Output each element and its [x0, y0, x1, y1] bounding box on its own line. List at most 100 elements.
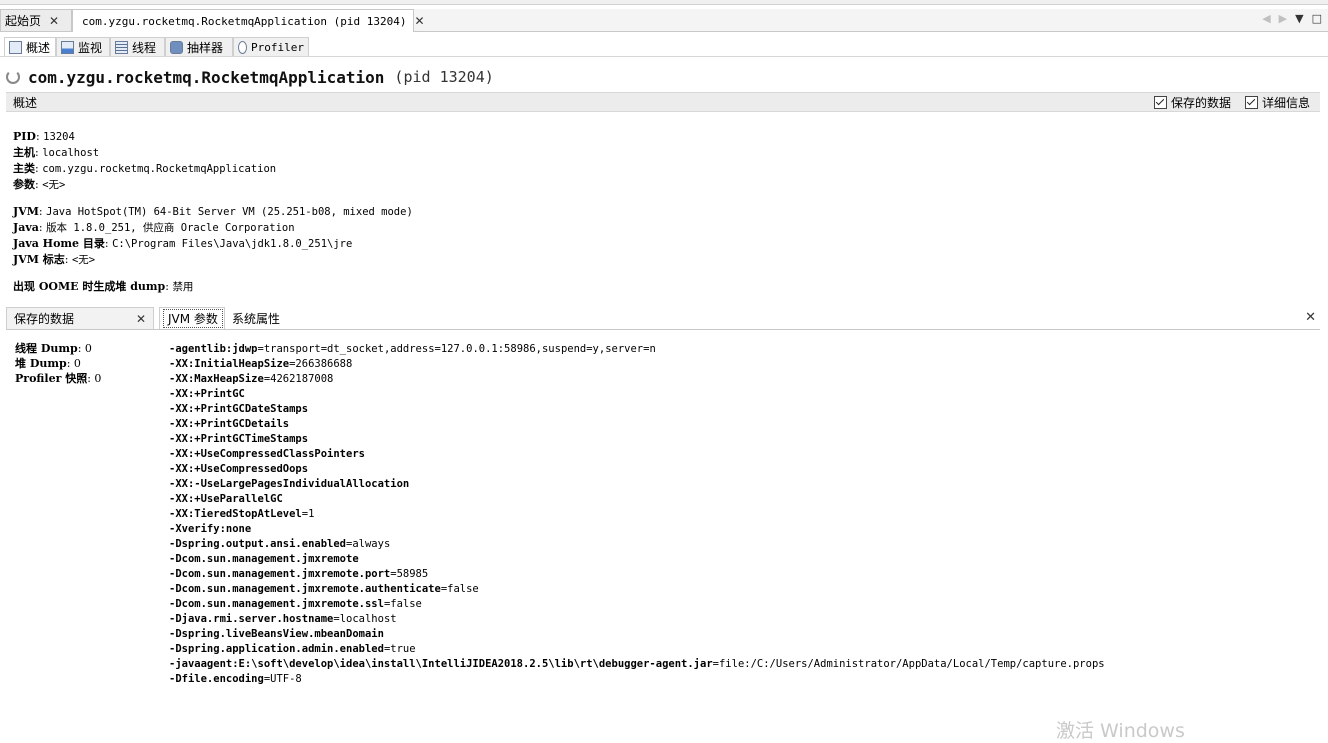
jvm-arg-key: -Dcom.sun.management.jmxremote — [169, 553, 359, 565]
jvm-arg-value: =1 — [301, 508, 315, 520]
main-class-value: com.yzgu.rocketmq.RocketmqApplication — [42, 163, 277, 175]
list-item: Profiler 快照: 0 — [15, 372, 102, 385]
jvm-arg-key: -XX:+PrintGC — [169, 388, 245, 400]
tab-overview[interactable]: 概述 — [4, 37, 56, 56]
jvm-arg-row: -Dcom.sun.management.jmxremote.authentic… — [169, 581, 1105, 596]
saved-label: 堆 Dump — [15, 357, 67, 370]
jvm-arg-row: -XX:+PrintGCDateStamps — [169, 401, 1105, 416]
tab-label: 监视 — [78, 40, 103, 55]
tab-label: com.yzgu.rocketmq.RocketmqApplication (p… — [82, 14, 407, 28]
args-value: <无> — [42, 179, 66, 191]
jvm-arg-row: -Dspring.liveBeansView.mbeanDomain — [169, 626, 1105, 641]
info-label: 主类 — [13, 162, 35, 175]
jvm-arg-row: -XX:-UseLargePagesIndividualAllocation — [169, 476, 1105, 491]
monitor-icon — [61, 40, 74, 54]
jvm-arg-row: -XX:+UseCompressedClassPointers — [169, 446, 1105, 461]
jvm-arg-row: -XX:TieredStopAtLevel=1 — [169, 506, 1105, 521]
page-title: com.yzgu.rocketmq.RocketmqApplication (p… — [6, 66, 494, 88]
info-label: JVM 标志 — [13, 253, 65, 266]
jvm-arg-value: =true — [383, 643, 416, 655]
jvm-arg-key: -agentlib:jdwp — [169, 343, 258, 355]
scroll-right-icon[interactable]: ▶ — [1279, 12, 1287, 25]
jvm-arg-row: -Dspring.application.admin.enabled=true — [169, 641, 1105, 656]
jvm-arg-row: -XX:MaxHeapSize=4262187008 — [169, 371, 1105, 386]
jvm-arg-row: -Xverify:none — [169, 521, 1105, 536]
jvm-arg-key: -XX:-UseLargePagesIndividualAllocation — [169, 478, 410, 490]
jvm-arg-key: -XX:+UseCompressedClassPointers — [169, 448, 365, 460]
overview-options: 保存的数据 详细信息 — [1153, 94, 1310, 111]
list-item: 线程 Dump: 0 — [15, 342, 92, 355]
java-home-value: C:\Program Files\Java\jdk1.8.0_251\jre — [112, 238, 353, 250]
details-tab-bar: 保存的数据 ✕ JVM 参数 系统属性 ✕ — [6, 307, 1320, 330]
close-icon[interactable]: ✕ — [415, 14, 425, 28]
jvm-arguments-list: -agentlib:jdwp=transport=dt_socket,addre… — [169, 341, 1105, 686]
saved-count: 0 — [94, 372, 102, 385]
tab-sampler[interactable]: 抽样器 — [165, 37, 233, 56]
oome-info: 出现 OOME 时生成堆 dump: 禁用 — [13, 280, 194, 293]
jvm-arg-value: =file:/C:/Users/Administrator/AppData/Lo… — [712, 658, 1105, 670]
info-label: JVM — [13, 205, 39, 218]
overview-icon — [9, 40, 22, 54]
jvm-arg-key: -javaagent:E:\soft\develop\idea\install\… — [169, 658, 713, 670]
tab-jvm-args[interactable]: JVM 参数 — [159, 307, 225, 329]
jvm-arg-key: -Xverify:none — [169, 523, 252, 535]
jvm-arg-key: -XX:+PrintGCDateStamps — [169, 403, 309, 415]
jvm-arg-value: =false — [383, 598, 422, 610]
saved-count: 0 — [84, 342, 92, 355]
jvm-arg-row: -Dcom.sun.management.jmxremote.port=5898… — [169, 566, 1105, 581]
tab-label: 抽样器 — [187, 40, 224, 55]
details-checkbox[interactable]: 详细信息 — [1244, 94, 1310, 111]
jvm-arg-key: -Dspring.application.admin.enabled — [169, 643, 384, 655]
tab-menu-icon[interactable]: ▼ — [1295, 12, 1303, 25]
tab-application[interactable]: com.yzgu.rocketmq.RocketmqApplication (p… — [72, 9, 425, 32]
checkbox-checked-icon — [1244, 96, 1258, 109]
checkbox-label: 保存的数据 — [1170, 96, 1231, 110]
overview-title: 概述 — [13, 95, 38, 110]
close-icon[interactable]: ✕ — [49, 14, 59, 28]
maximize-icon[interactable]: □ — [1312, 12, 1322, 25]
view-tab-bar: 概述 监视 线程 抽样器 Profiler — [0, 37, 1328, 57]
pid-value: 13204 — [43, 131, 75, 143]
close-icon[interactable]: ✕ — [1305, 310, 1316, 325]
jvm-arg-row: -XX:+PrintGCDetails — [169, 416, 1105, 431]
info-label: Java — [13, 221, 39, 234]
window-controls: ◀ ▶ ▼ □ — [1262, 12, 1322, 25]
top-border — [0, 0, 1328, 5]
sampler-icon — [170, 40, 183, 54]
jvm-arg-key: -XX:+PrintGCDetails — [169, 418, 290, 430]
tab-threads[interactable]: 线程 — [110, 37, 165, 56]
jvm-arg-row: -XX:+PrintGCTimeStamps — [169, 431, 1105, 446]
document-tab-bar: 起始页 ✕ com.yzgu.rocketmq.RocketmqApplicat… — [0, 9, 1328, 32]
close-icon[interactable]: ✕ — [136, 312, 146, 326]
jvm-arg-value: =localhost — [333, 613, 397, 625]
jvm-arg-key: -Dcom.sun.management.jmxremote.authentic… — [169, 583, 441, 595]
tab-saved-data[interactable]: 保存的数据 ✕ — [6, 307, 154, 329]
info-label: 参数 — [13, 178, 35, 191]
tab-label: Profiler — [251, 40, 304, 54]
tab-label: JVM 参数 — [163, 309, 223, 328]
process-info: PID: 13204 主机: localhost 主类: com.yzgu.ro… — [13, 130, 277, 191]
tab-system-properties[interactable]: 系统属性 — [225, 307, 295, 329]
list-item: 堆 Dump: 0 — [15, 357, 81, 370]
jvm-arg-row: -agentlib:jdwp=transport=dt_socket,addre… — [169, 341, 1105, 356]
tab-monitor[interactable]: 监视 — [56, 37, 110, 56]
jvm-arg-key: -Djava.rmi.server.hostname — [169, 613, 334, 625]
jvm-flags-value: <无> — [71, 254, 96, 266]
jvm-arg-row: -Dcom.sun.management.jmxremote — [169, 551, 1105, 566]
overview-section-header: 概述 保存的数据 详细信息 — [6, 92, 1320, 112]
java-value: 版本 1.8.0_251, 供应商 Oracle Corporation — [46, 222, 295, 234]
profiler-icon — [238, 40, 248, 54]
jvm-arg-row: -XX:+UseCompressedOops — [169, 461, 1105, 476]
jvm-value: Java HotSpot(TM) 64-Bit Server VM (25.25… — [46, 206, 413, 218]
saved-data-checkbox[interactable]: 保存的数据 — [1153, 94, 1231, 111]
jvm-arg-key: -XX:TieredStopAtLevel — [169, 508, 302, 520]
windows-activation-watermark: 激活 Windows — [1056, 720, 1185, 742]
scroll-left-icon[interactable]: ◀ — [1262, 12, 1270, 25]
jvm-arg-row: -Dcom.sun.management.jmxremote.ssl=false — [169, 596, 1105, 611]
tab-label: 起始页 — [5, 14, 42, 28]
jvm-arg-row: -Djava.rmi.server.hostname=localhost — [169, 611, 1105, 626]
info-label: 出现 OOME 时生成堆 dump — [13, 280, 166, 293]
tab-label: 保存的数据 — [14, 312, 75, 326]
tab-profiler[interactable]: Profiler — [233, 37, 309, 56]
tab-start-page[interactable]: 起始页 ✕ — [0, 9, 72, 31]
